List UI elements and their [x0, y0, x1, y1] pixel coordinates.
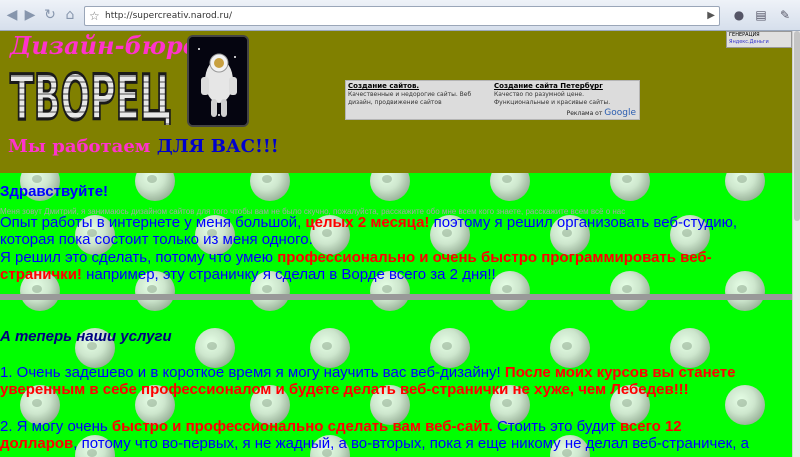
s1-text-c: !!! [673, 381, 689, 398]
scrollbar-thumb[interactable] [794, 31, 800, 221]
p2-text-a: Я решил это сделать, потому что умею [0, 249, 278, 266]
service-item-2: 2. Я могу очень быстро и профессионально… [0, 418, 760, 457]
s2-text-a: 2. Я могу очень [0, 418, 112, 435]
moon-icon [550, 328, 590, 368]
s1-text-a: 1. Очень задешево и в короткое время я м… [0, 364, 505, 381]
go-arrow-icon[interactable]: ▶ [707, 7, 715, 25]
widget-line-2[interactable]: Яндекс.Деньги [729, 39, 769, 45]
p2-text-c: например, эту страничку я сделал в Ворде… [81, 266, 496, 283]
p1-text-a: Опыт работы в интернете у меня большой, [0, 214, 306, 231]
page-menu-icon[interactable]: ▤ [752, 6, 770, 24]
ad-right-title[interactable]: Создание сайта Петербург [494, 82, 634, 91]
moon-icon [195, 328, 235, 368]
ad-left-title[interactable]: Создание сайтов. [348, 82, 488, 91]
tvorets-logo: ТВОРЕЦ [9, 60, 174, 126]
forward-arrow-icon[interactable]: ▶ [22, 7, 38, 23]
google-ad-block[interactable]: Создание сайтов. Качественные и недороги… [345, 80, 640, 120]
moon-icon [135, 173, 175, 201]
moon-icon [250, 173, 290, 201]
counter-widget[interactable]: ГЕНЕРАЦИЯ Яндекс.Деньги [726, 31, 792, 48]
s2-text-c: Стоить это будит [492, 418, 621, 435]
greeting: Здравствуйте! [0, 183, 109, 200]
back-arrow-icon[interactable]: ◀ [4, 7, 20, 23]
extension-icon[interactable]: ● [730, 6, 748, 24]
home-icon[interactable]: ⌂ [62, 7, 78, 23]
motto-part-2: ДЛЯ ВАС!!! [156, 136, 279, 157]
address-bar[interactable]: ☆ http://supercreativ.narod.ru/ ▶ [84, 6, 720, 26]
moon-icon [670, 328, 710, 368]
browser-toolbar: ◀ ▶ ↻ ⌂ ☆ http://supercreativ.narod.ru/ … [0, 0, 800, 31]
paragraph-experience: Опыт работы в интернете у меня большой, … [0, 214, 760, 248]
wrench-icon[interactable]: ✎ [776, 6, 794, 24]
vertical-scrollbar[interactable] [792, 31, 800, 457]
motto-part-1: Мы работаем [8, 136, 151, 157]
horizontal-divider [0, 294, 792, 300]
paragraph-skills: Я решил это сделать, потому что умею про… [0, 249, 760, 283]
moon-icon [370, 173, 410, 201]
ad-left[interactable]: Создание сайтов. Качественные и недороги… [348, 82, 488, 107]
moon-icon [310, 328, 350, 368]
moon-icon [610, 173, 650, 201]
address-url[interactable]: http://supercreativ.narod.ru/ [105, 7, 232, 25]
logo-text: ТВОРЕЦ [10, 61, 172, 125]
s2-highlight-1: быстро и профессионально сделать вам веб… [111, 418, 493, 435]
moon-icon [725, 173, 765, 201]
s2-text-e: , потому что во-первых, я не жадный, а в… [0, 435, 749, 457]
service-item-1: 1. Очень задешево и в короткое время я м… [0, 364, 760, 398]
reload-icon[interactable]: ↻ [42, 7, 58, 23]
ad-right-text: Качество по разумной цене. Функциональны… [494, 91, 611, 106]
page-viewport: Дизайн-бюро ТВОРЕЦ Мы работаем ДЛЯ ВАС!!… [0, 31, 792, 457]
moon-icon [430, 328, 470, 368]
content-area: Здравствуйте! Меня зовут Дмитрий, я зани… [0, 173, 792, 457]
astronaut-image [187, 35, 249, 127]
moon-icon [490, 173, 530, 201]
widget-line-1: ГЕНЕРАЦИЯ [729, 32, 760, 38]
ad-left-text: Качественные и недорогие сайты. Веб диза… [348, 91, 472, 106]
motto: Мы работаем ДЛЯ ВАС!!! [8, 136, 279, 157]
p1-highlight: целых 2 месяца! [305, 214, 430, 231]
services-heading: А теперь наши услуги [0, 328, 172, 345]
ad-right[interactable]: Создание сайта Петербург Качество по раз… [494, 82, 634, 107]
ad-footer[interactable]: Реклама от Google [567, 108, 636, 118]
google-logo: Google [604, 108, 636, 118]
site-header: Дизайн-бюро ТВОРЕЦ Мы работаем ДЛЯ ВАС!!… [0, 31, 792, 173]
bookmark-star-icon[interactable]: ☆ [89, 7, 100, 25]
ad-footer-label: Реклама от [566, 110, 603, 117]
